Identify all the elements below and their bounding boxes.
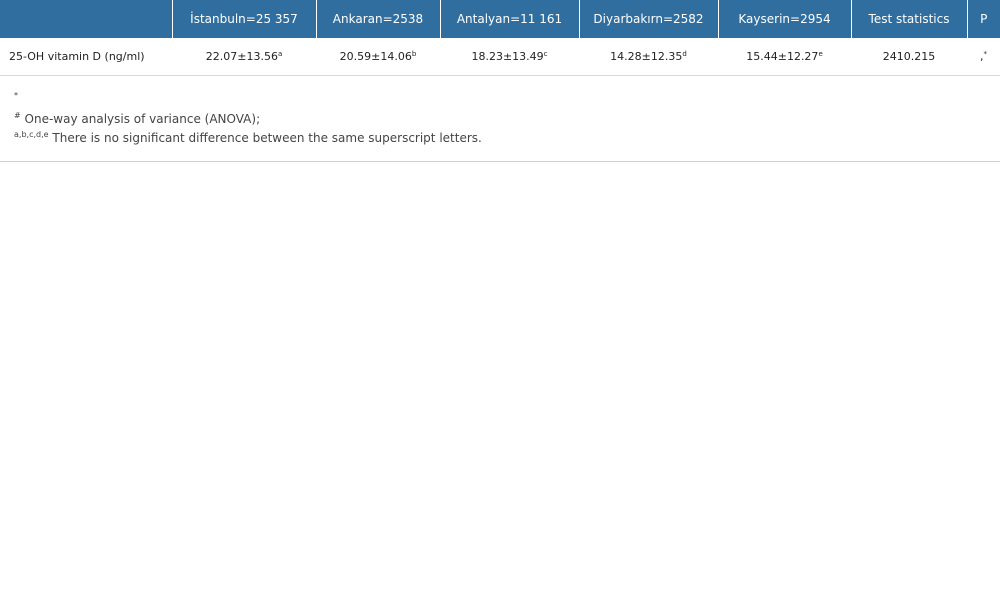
cell-istanbul: 22.07±13.56a (172, 38, 316, 76)
cell-superscript: c (543, 50, 548, 58)
footnote-hash-marker: # (14, 111, 21, 120)
footnote-superscript-letters: a,b,c,d,e There is no significant differ… (14, 130, 482, 146)
table-footnotes: * # One-way analysis of variance (ANOVA)… (0, 76, 1000, 162)
header-cell-test-statistics: Test statistics (851, 0, 968, 38)
cell-diyarbakir: 14.28±12.35d (579, 38, 718, 76)
cell-value: 22.07±13.56 (205, 50, 278, 63)
cell-value: 15.44±12.27 (746, 50, 819, 63)
table-header-row: İstanbuln=25 357 Ankaran=2538 Antalyan=1… (0, 0, 1000, 38)
cell-value: 14.28±12.35 (610, 50, 683, 63)
header-cell-antalya: Antalyan=11 161 (440, 0, 580, 38)
footnote-anova: # One-way analysis of variance (ANOVA); (14, 111, 261, 127)
footnote-star-marker: * (14, 91, 18, 100)
cell-superscript: b (411, 50, 417, 58)
header-cell-istanbul: İstanbuln=25 357 (172, 0, 317, 38)
row-label-vitamin-d: 25-OH vitamin D (ng/ml) (0, 38, 172, 76)
header-cell-p: P (967, 0, 1000, 38)
cell-value: 18.23±13.49 (471, 50, 544, 63)
p-value-superscript: * (983, 50, 988, 58)
cell-p-value: ,* (967, 38, 1000, 76)
cell-value: 20.59±14.06 (339, 50, 412, 63)
header-cell-empty (0, 0, 173, 38)
footnote-anova-text: One-way analysis of variance (ANOVA); (24, 112, 261, 126)
cell-antalya: 18.23±13.49c (440, 38, 579, 76)
header-cell-kayseri: Kayserin=2954 (718, 0, 852, 38)
cell-superscript: d (682, 50, 687, 58)
footnote-letters-text: There is no significant difference betwe… (52, 131, 482, 145)
cell-superscript: a (277, 50, 283, 58)
results-table: İstanbuln=25 357 Ankaran=2538 Antalyan=1… (0, 0, 1000, 76)
header-cell-ankara: Ankaran=2538 (316, 0, 441, 38)
footnote-letters-marker: a,b,c,d,e (14, 130, 49, 139)
cell-kayseri: 15.44±12.27e (718, 38, 851, 76)
cell-ankara: 20.59±14.06b (316, 38, 440, 76)
cell-test-statistic: 2410.215 (851, 38, 967, 76)
table-row: 25-OH vitamin D (ng/ml) 22.07±13.56a 20.… (0, 38, 1000, 76)
footnote-star: * (14, 92, 18, 106)
results-table-container: İstanbuln=25 357 Ankaran=2538 Antalyan=1… (0, 0, 1000, 76)
cell-superscript: e (818, 50, 823, 58)
header-cell-diyarbakir: Diyarbakırn=2582 (579, 0, 719, 38)
